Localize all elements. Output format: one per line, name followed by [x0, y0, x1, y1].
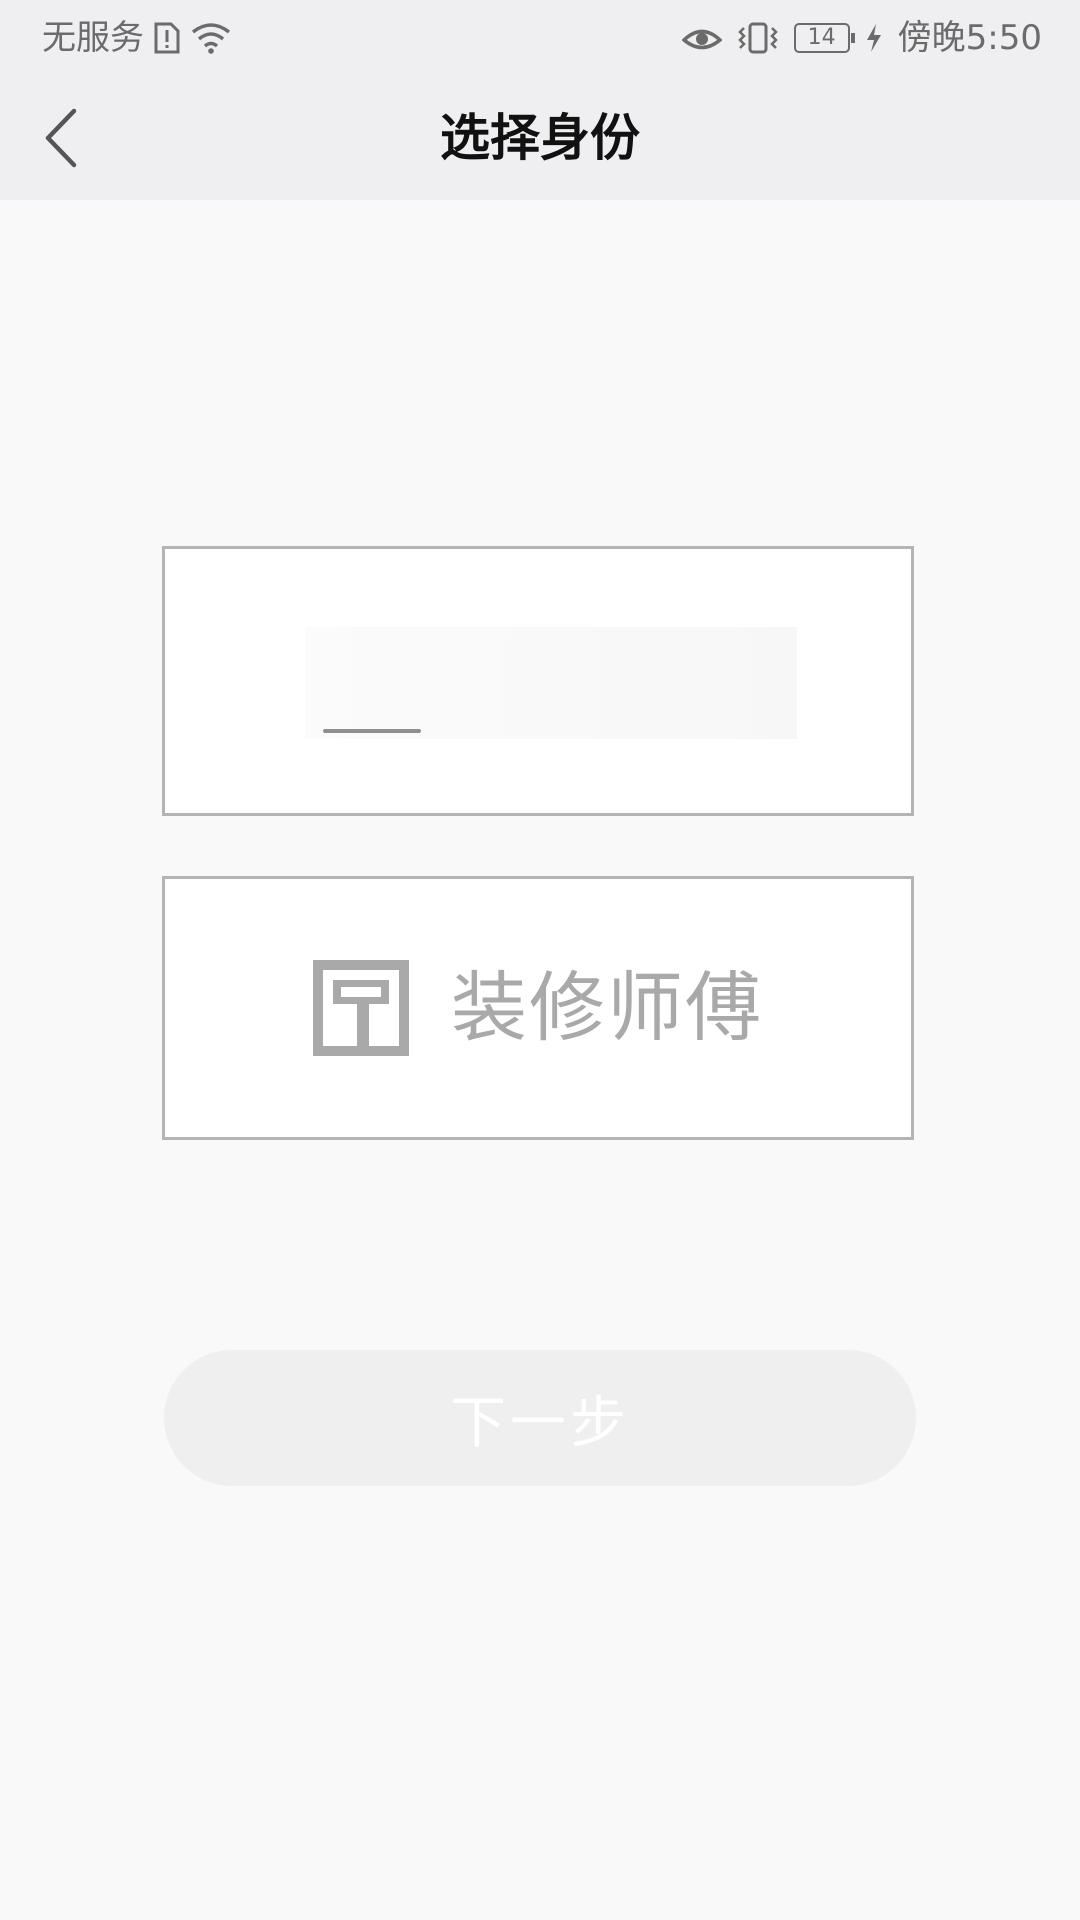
- battery-icon: 14: [793, 23, 855, 53]
- status-left: 无服务: [42, 16, 232, 60]
- charging-icon: [866, 24, 881, 52]
- battery-level: 14: [807, 25, 836, 50]
- nav-bar: 选择身份: [0, 76, 1080, 200]
- role-card-worker[interactable]: 装修师傅: [162, 876, 914, 1140]
- vibrate-icon: [737, 22, 778, 54]
- eye-icon: [681, 29, 722, 50]
- role-card-owner-placeholder: [305, 627, 797, 739]
- sim-alert-icon: [154, 22, 180, 54]
- role-card-worker-label: 装修师傅: [451, 963, 763, 1052]
- role-card-owner-underline: [323, 729, 421, 733]
- carrier-text: 无服务: [42, 18, 144, 58]
- status-right: 14 傍晚5:50: [681, 16, 1042, 60]
- status-bar: 无服务 14 傍晚5:50: [0, 0, 1080, 76]
- page-title: 选择身份: [440, 109, 640, 167]
- clock-text: 傍晚5:50: [897, 18, 1042, 58]
- role-card-worker-content: 装修师傅: [165, 879, 911, 1137]
- wifi-icon: [191, 23, 231, 54]
- role-card-owner[interactable]: [162, 546, 914, 816]
- paint-roller-icon: [313, 960, 409, 1056]
- next-step-button[interactable]: 下一步: [164, 1350, 916, 1486]
